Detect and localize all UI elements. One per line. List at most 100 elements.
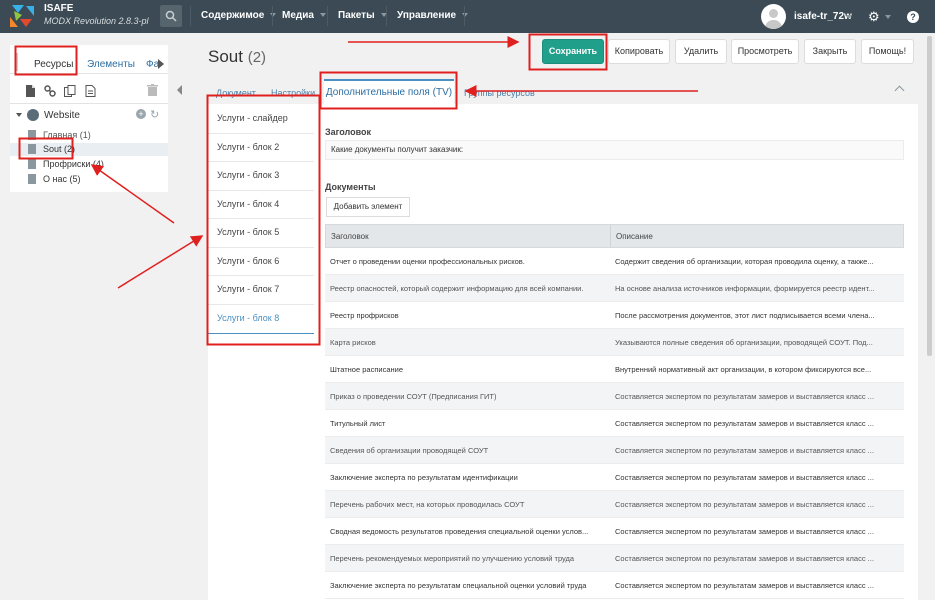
- tab-resources[interactable]: Ресурсы: [34, 59, 73, 70]
- nav-manage[interactable]: Управление: [397, 10, 469, 21]
- view-button[interactable]: Просмотреть: [731, 39, 799, 64]
- table-row[interactable]: Сводная ведомость результатов проведения…: [325, 518, 904, 545]
- help-button[interactable]: Помощь!: [861, 39, 914, 64]
- chevron-down-icon: [462, 13, 469, 18]
- nav-media[interactable]: Медиа: [282, 10, 326, 21]
- cell-description: Составляется экспертом по результатам за…: [615, 527, 874, 536]
- new-document-icon[interactable]: [24, 85, 36, 97]
- cell-description: Составляется экспертом по результатам за…: [615, 419, 874, 428]
- collapse-panel-icon[interactable]: [177, 85, 182, 95]
- cell-description: Составляется экспертом по результатам за…: [615, 392, 874, 401]
- tab-document[interactable]: Документ: [216, 88, 256, 98]
- text-document-icon[interactable]: [84, 85, 96, 97]
- vtab-item[interactable]: Услуги - блок 5: [208, 218, 314, 247]
- table-row[interactable]: Штатное расписание Внутренний нормативный…: [325, 356, 904, 383]
- page-title: Sout (2): [208, 47, 267, 66]
- toolbar-divider: [10, 103, 168, 104]
- chevron-down-icon: [885, 15, 891, 19]
- tree-item[interactable]: Профриски (4): [10, 158, 168, 171]
- vtab-item[interactable]: Услуги - слайдер: [208, 104, 314, 133]
- cell-title: Отчет о проведении оценки профессиональн…: [330, 257, 525, 266]
- copy-button[interactable]: Копировать: [608, 39, 670, 64]
- table-row[interactable]: Сведения об организации проводящей СОУТ С…: [325, 437, 904, 464]
- document-icon: [28, 159, 36, 169]
- table-row[interactable]: Отчет о проведении оценки профессиональн…: [325, 248, 904, 275]
- table-row[interactable]: Приказ о проведении СОУТ (Предписания ГИ…: [325, 383, 904, 410]
- globe-icon: [27, 109, 39, 121]
- vtab-item[interactable]: Услуги - блок 2: [208, 133, 314, 162]
- nav-divider: [327, 6, 328, 26]
- refresh-icon[interactable]: ↻: [150, 108, 159, 121]
- vtab-item[interactable]: Услуги - блок 4: [208, 190, 314, 219]
- site-name: ISAFE: [44, 3, 74, 14]
- vtab-item[interactable]: Услуги - блок 3: [208, 161, 314, 190]
- search-icon: [165, 10, 177, 22]
- cell-description: Составляется экспертом по результатам за…: [615, 581, 874, 590]
- table-row[interactable]: Реестр профрисков После рассмотрения доку…: [325, 302, 904, 329]
- cell-description: После рассмотрения документов, этот лист…: [615, 311, 875, 320]
- table-row[interactable]: Заключение эксперта по результатам идент…: [325, 464, 904, 491]
- chevron-down-icon: [319, 13, 326, 18]
- cell-description: Составляется экспертом по результатам за…: [615, 554, 874, 563]
- gear-icon[interactable]: ⚙: [868, 10, 880, 23]
- avatar[interactable]: [761, 4, 786, 29]
- modx-logo[interactable]: [10, 5, 34, 27]
- tabs-divider: [10, 73, 168, 74]
- cell-title: Реестр опасностей, который содержит инфо…: [330, 284, 584, 293]
- cell-title: Штатное расписание: [330, 365, 404, 374]
- table-row[interactable]: Реестр опасностей, который содержит инфо…: [325, 275, 904, 302]
- tab-template-variables[interactable]: Дополнительные поля (TV): [324, 79, 454, 106]
- cell-title: Карта рисков: [330, 338, 376, 347]
- vtab-item-active[interactable]: Услуги - блок 8: [208, 304, 314, 333]
- document-icon: [28, 130, 36, 140]
- close-button[interactable]: Закрыть: [804, 39, 856, 64]
- cell-title: Реестр профрисков: [330, 311, 399, 320]
- grid-header: Заголовок Описание: [325, 224, 904, 248]
- search-button[interactable]: [160, 5, 182, 27]
- document-icon: [28, 174, 36, 184]
- tabs-scroll-right-icon[interactable]: [158, 59, 164, 69]
- add-context-icon[interactable]: +: [136, 109, 146, 119]
- cell-description: Составляется экспертом по результатам за…: [615, 446, 874, 455]
- cell-description: Внутренний нормативный акт организации, …: [615, 365, 872, 374]
- delete-button[interactable]: Удалить: [675, 39, 727, 64]
- panel-handle[interactable]: [16, 53, 18, 71]
- vtab-item[interactable]: Услуги - блок 6: [208, 247, 314, 276]
- tree-item[interactable]: О нас (5): [10, 173, 168, 186]
- cell-title: Сведения об организации проводящей СОУТ: [330, 446, 489, 455]
- nav-content[interactable]: Содержимое: [201, 10, 277, 21]
- trash-icon[interactable]: [147, 84, 158, 96]
- nav-divider: [190, 6, 191, 26]
- help-icon[interactable]: ?: [907, 11, 919, 23]
- copy-icon[interactable]: [64, 85, 76, 97]
- user-name[interactable]: isafe-tr_72w: [794, 11, 852, 22]
- cell-title: Заключение эксперта по результатам идент…: [330, 473, 518, 482]
- heading-field[interactable]: Какие документы получит заказчик:: [325, 140, 904, 160]
- chevron-up-icon[interactable]: [894, 85, 905, 96]
- save-button[interactable]: Сохранить: [542, 39, 604, 64]
- tab-resource-groups[interactable]: Группы ресурсов: [464, 88, 535, 98]
- table-row[interactable]: Перечень рекомендуемых мероприятий по ул…: [325, 545, 904, 572]
- table-row[interactable]: Перечень рабочих мест, на которых провод…: [325, 491, 904, 518]
- resource-panel: Ресурсы Элементы Фа Website + ↻ Главная …: [10, 45, 168, 192]
- table-row[interactable]: Заключение эксперта по результатам специ…: [325, 572, 904, 599]
- modx-version: MODX Revolution 2.8.3-pl: [44, 16, 149, 26]
- column-header-description[interactable]: Описание: [616, 232, 653, 241]
- table-row[interactable]: Карта рисков Указываются полные сведения …: [325, 329, 904, 356]
- nav-divider: [272, 6, 273, 26]
- tab-settings[interactable]: Настройки: [271, 88, 315, 98]
- cell-title: Сводная ведомость результатов проведения…: [330, 527, 589, 536]
- chevron-down-icon[interactable]: [16, 113, 22, 117]
- tree-item-selected[interactable]: Sout (2): [10, 143, 168, 156]
- tv-category-tabs: Услуги - слайдер Услуги - блок 2 Услуги …: [208, 104, 316, 600]
- nav-packages[interactable]: Пакеты: [338, 10, 387, 21]
- link-icon[interactable]: [44, 85, 56, 97]
- table-row[interactable]: Титульный лист Составляется экспертом по …: [325, 410, 904, 437]
- column-header-title[interactable]: Заголовок: [331, 232, 369, 241]
- vtab-item[interactable]: Услуги - блок 7: [208, 275, 314, 304]
- nav-divider: [464, 6, 465, 26]
- tab-elements[interactable]: Элементы: [87, 59, 135, 70]
- page-scrollbar[interactable]: [927, 36, 932, 356]
- tree-item[interactable]: Главная (1): [10, 129, 168, 142]
- add-element-button[interactable]: Добавить элемент: [326, 197, 410, 217]
